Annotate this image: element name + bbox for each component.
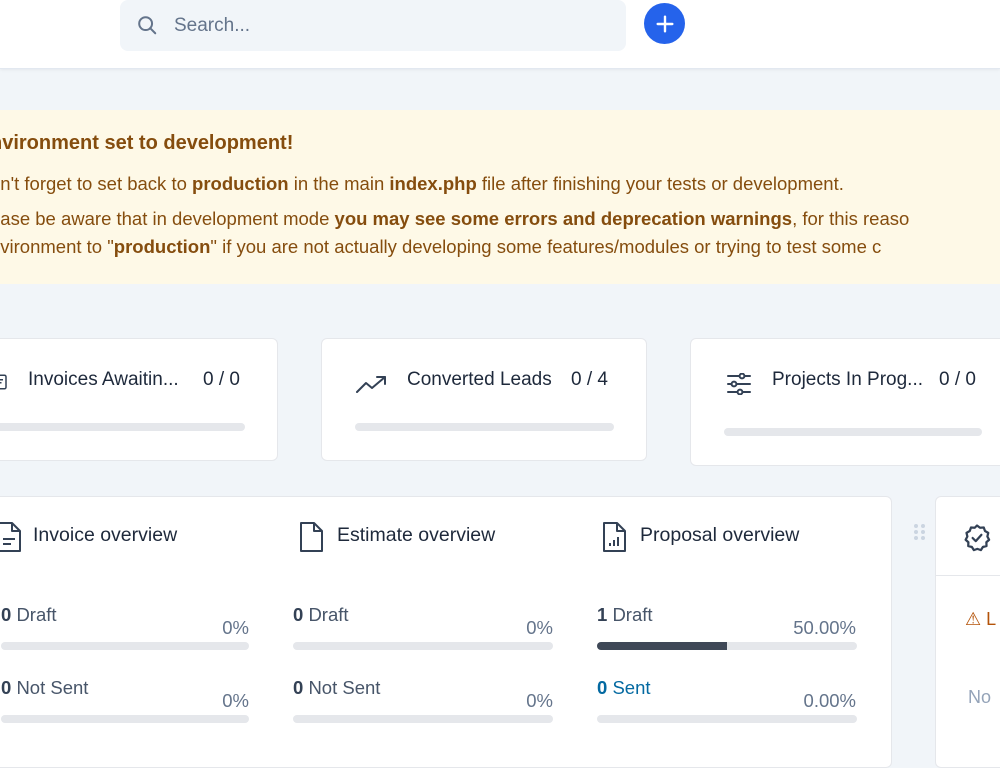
development-alert: nvironment set to development! on't forg… — [0, 110, 1000, 284]
estimate-not-sent-percent: 0% — [526, 690, 553, 711]
proposal-sent-progress — [597, 715, 857, 723]
search-input[interactable] — [172, 12, 596, 40]
estimate-draft-row[interactable]: 0 Draft — [293, 604, 349, 626]
alert-line-3: nvironment to "production" if you are no… — [0, 236, 882, 257]
alert-line-1: on't forget to set back to production in… — [0, 173, 844, 194]
search-box[interactable] — [120, 0, 626, 51]
invoice-draft-progress — [1, 642, 249, 650]
estimate-document-icon — [300, 522, 323, 552]
top-bar — [0, 0, 1000, 69]
alert-title: nvironment set to development! — [0, 132, 294, 154]
estimate-draft-percent: 0% — [526, 617, 553, 638]
empty-text: No — [968, 687, 992, 707]
stat-label: Projects In Prog... — [772, 369, 924, 390]
estimate-not-sent-progress — [293, 715, 553, 723]
stat-progress-bar — [355, 423, 614, 431]
invoice-not-sent-percent: 0% — [222, 690, 249, 711]
stat-value: 0 / 0 — [203, 369, 240, 390]
right-widget-card: ⚠ L No — [935, 496, 1000, 768]
card-divider — [936, 575, 1000, 576]
progress-fill — [597, 642, 727, 650]
stat-card-converted-leads[interactable]: Converted Leads 0 / 4 — [321, 338, 647, 461]
search-icon — [138, 16, 157, 35]
proposal-document-icon — [603, 522, 626, 552]
proposal-draft-row[interactable]: 1 Draft — [597, 604, 653, 626]
check-badge-icon — [964, 524, 991, 552]
stat-label: Invoices Awaitin... — [28, 369, 179, 390]
warning-icon: ⚠ — [965, 609, 982, 629]
invoice-not-sent-row[interactable]: 0 Not Sent — [1, 677, 88, 699]
add-new-button[interactable] — [644, 3, 685, 44]
estimate-overview-title: Estimate overview — [337, 524, 496, 546]
stat-progress-bar — [724, 428, 982, 436]
sliders-icon — [727, 373, 751, 395]
proposal-draft-percent: 50.00% — [793, 617, 856, 638]
overview-panel: Invoice overview 0 Draft 0% 0 Not Sent 0… — [0, 496, 892, 768]
estimate-not-sent-row[interactable]: 0 Not Sent — [293, 677, 380, 699]
invoice-document-icon — [0, 522, 21, 552]
proposal-draft-progress — [597, 642, 857, 650]
stat-label: Converted Leads — [407, 369, 552, 390]
invoice-not-sent-progress — [1, 715, 249, 723]
alert-line-2: ease be aware that in development mode y… — [0, 208, 910, 229]
invoice-overview-title: Invoice overview — [33, 524, 178, 546]
trending-up-icon — [356, 376, 386, 393]
invoice-draft-row[interactable]: 0 Draft — [1, 604, 57, 626]
proposal-sent-percent: 0.00% — [803, 690, 856, 711]
invoice-icon — [0, 374, 7, 390]
proposal-sent-row[interactable]: 0 Sent — [597, 677, 651, 699]
stat-card-projects-in-progress[interactable]: Projects In Prog... 0 / 0 — [690, 338, 1000, 466]
drag-handle-icon[interactable] — [913, 523, 927, 541]
warning-text: ⚠ L — [965, 609, 997, 629]
estimate-draft-progress — [293, 642, 553, 650]
invoice-draft-percent: 0% — [222, 617, 249, 638]
stat-value: 0 / 4 — [571, 369, 608, 390]
stat-progress-bar — [0, 423, 245, 431]
plus-icon — [655, 14, 674, 33]
proposal-overview-title: Proposal overview — [640, 524, 800, 546]
stat-value: 0 / 0 — [939, 369, 976, 390]
stat-card-invoices-awaiting[interactable]: Invoices Awaitin... 0 / 0 — [0, 338, 278, 461]
